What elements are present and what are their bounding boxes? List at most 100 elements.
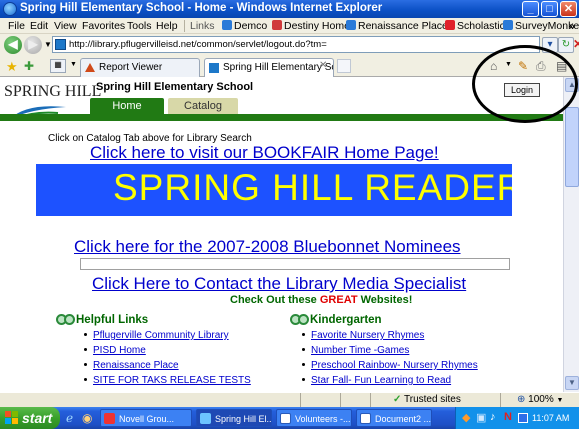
link-demco-label: Demco bbox=[234, 20, 268, 32]
status-bar: ✓ Trusted sites ⊕ 100% ▼ bbox=[0, 392, 579, 408]
school-name: Spring Hill Elementary School bbox=[96, 81, 254, 93]
links-overflow-chevron[interactable]: » bbox=[569, 20, 575, 32]
start-button[interactable]: start bbox=[0, 407, 60, 429]
print-icon[interactable]: ⎙ bbox=[536, 59, 546, 74]
link-demco[interactable]: Demco bbox=[222, 20, 267, 32]
add-favorites-icon[interactable]: ✚ bbox=[24, 59, 34, 73]
scroll-thumb[interactable] bbox=[565, 107, 579, 187]
ie-page-icon bbox=[222, 20, 232, 30]
websites-suffix: Websites! bbox=[357, 294, 413, 306]
new-tab-button[interactable] bbox=[337, 59, 351, 73]
login-button[interactable]: Login bbox=[504, 83, 540, 97]
task-volunteers[interactable]: Volunteers -... bbox=[276, 409, 352, 427]
menu-separator bbox=[184, 20, 185, 32]
quicklaunch-icon[interactable]: ◉ bbox=[82, 411, 92, 425]
bullet-icon bbox=[302, 378, 305, 381]
link-renaissance[interactable]: Renaissance Place bbox=[346, 20, 448, 32]
link-destiny-home[interactable]: Destiny Home bbox=[272, 20, 350, 32]
tab-report-viewer[interactable]: Report Viewer bbox=[80, 58, 200, 77]
home-dropdown-icon[interactable]: ▼ bbox=[505, 61, 512, 68]
task-document2-label: Document2 ... bbox=[375, 414, 432, 424]
taskbar: start ℯ ◉ Novell Grou... Spring Hill El.… bbox=[0, 407, 579, 429]
address-dropdown-icon[interactable]: ▾ bbox=[542, 37, 558, 53]
tab-bar: ★ ✚ ▦ ▼ Report Viewer Spring Hill Elemen… bbox=[0, 56, 579, 77]
kindergarten-list: Favorite Nursery Rhymes Number Time -Gam… bbox=[302, 330, 478, 390]
novell-icon bbox=[104, 413, 115, 424]
kindergarten-heading: Kindergarten bbox=[290, 314, 382, 326]
helpful-link[interactable]: SITE FOR TAKS RELEASE TESTS bbox=[93, 375, 251, 386]
back-arrow-icon[interactable]: ◀ bbox=[4, 36, 22, 54]
vertical-scrollbar[interactable]: ▲ ▼ bbox=[563, 77, 579, 392]
menu-view[interactable]: View bbox=[54, 20, 77, 32]
task-document2[interactable]: Document2 ... bbox=[356, 409, 432, 427]
close-tab-icon[interactable]: ✕ bbox=[319, 60, 327, 71]
close-button[interactable]: ✕ bbox=[560, 1, 577, 17]
page-menu-icon[interactable]: ▤ bbox=[556, 59, 567, 73]
volume-icon[interactable]: ♪ bbox=[490, 411, 496, 423]
windows-flag-icon bbox=[5, 411, 18, 424]
menu-file[interactable]: File bbox=[8, 20, 25, 32]
kindergarten-link[interactable]: Star Fall- Fun Learning to Read bbox=[311, 375, 451, 386]
address-url: http://library.pflugervilleisd.net/commo… bbox=[69, 39, 327, 50]
kindergarten-link[interactable]: Number Time -Games bbox=[311, 345, 409, 356]
helpful-link[interactable]: Renaissance Place bbox=[93, 360, 179, 371]
task-spring-hill[interactable]: Spring Hill El... bbox=[196, 409, 272, 427]
tray-icon[interactable]: ◆ bbox=[462, 411, 470, 424]
security-zone[interactable]: ✓ Trusted sites bbox=[370, 393, 500, 408]
kindergarten-link[interactable]: Favorite Nursery Rhymes bbox=[311, 330, 424, 341]
window-title: Spring Hill Elementary School - Home - W… bbox=[20, 2, 383, 14]
favorites-star-icon[interactable]: ★ bbox=[6, 59, 18, 75]
tray-app-icon[interactable] bbox=[518, 413, 528, 423]
helpful-link[interactable]: Pflugerville Community Library bbox=[93, 330, 229, 341]
tab-list-dropdown-icon[interactable]: ▼ bbox=[70, 61, 77, 68]
link-scholastic[interactable]: Scholastic bbox=[445, 20, 505, 32]
refresh-icon[interactable]: ↻ bbox=[558, 37, 574, 53]
forward-arrow-icon[interactable]: ▶ bbox=[24, 36, 42, 54]
antivirus-icon[interactable]: N bbox=[504, 411, 512, 423]
ie-page-icon bbox=[503, 20, 513, 30]
history-dropdown-icon[interactable]: ▼ bbox=[44, 40, 52, 49]
zoom-dropdown-icon: ▼ bbox=[556, 397, 564, 404]
task-spring-hill-label: Spring Hill El... bbox=[215, 414, 272, 424]
link-surveymonkey[interactable]: SurveyMonkey bbox=[503, 20, 579, 32]
task-novell[interactable]: Novell Grou... bbox=[100, 409, 192, 427]
list-item: Favorite Nursery Rhymes bbox=[302, 330, 478, 345]
scroll-down-arrow-icon[interactable]: ▼ bbox=[565, 376, 579, 390]
nav-tab-catalog[interactable]: Catalog bbox=[168, 98, 238, 114]
kindergarten-link[interactable]: Preschool Rainbow- Nursery Rhymes bbox=[311, 360, 478, 371]
site-logo[interactable]: SPRING HILL bbox=[4, 83, 101, 101]
feeds-icon[interactable]: ✎ bbox=[518, 59, 528, 73]
maximize-button[interactable]: □ bbox=[541, 1, 558, 17]
kindergarten-title: Kindergarten bbox=[310, 314, 382, 326]
minimize-button[interactable]: _ bbox=[522, 1, 539, 17]
helpful-link[interactable]: PISD Home bbox=[93, 345, 146, 356]
address-field[interactable]: http://library.pflugervilleisd.net/commo… bbox=[52, 36, 540, 53]
helpful-links-list: Pflugerville Community Library PISD Home… bbox=[84, 330, 251, 390]
menu-favorites[interactable]: Favorites bbox=[82, 20, 125, 32]
menu-help[interactable]: Help bbox=[156, 20, 178, 32]
bullet-icon bbox=[84, 363, 87, 366]
link-renaissance-label: Renaissance Place bbox=[358, 20, 448, 32]
helpful-links-title: Helpful Links bbox=[76, 314, 149, 326]
readers-banner[interactable]: SPRING HILL READERS R bbox=[36, 164, 512, 216]
quick-tabs-icon[interactable]: ▦ bbox=[50, 59, 66, 73]
scroll-up-arrow-icon[interactable]: ▲ bbox=[565, 78, 579, 92]
menu-edit[interactable]: Edit bbox=[30, 20, 48, 32]
ie-icon bbox=[200, 413, 211, 424]
stop-icon[interactable]: ✕ bbox=[573, 37, 579, 51]
menu-tools[interactable]: Tools bbox=[127, 20, 152, 32]
nav-tab-home[interactable]: Home bbox=[90, 98, 164, 114]
zoom-control[interactable]: ⊕ 100% ▼ bbox=[500, 393, 579, 408]
ie-quicklaunch-icon[interactable]: ℯ bbox=[66, 411, 73, 425]
task-volunteers-label: Volunteers -... bbox=[295, 414, 351, 424]
home-icon[interactable]: ⌂ bbox=[490, 59, 497, 73]
bookfair-link[interactable]: Click here to visit our BOOKFAIR Home Pa… bbox=[90, 143, 439, 163]
contact-link[interactable]: Click Here to Contact the Library Media … bbox=[92, 274, 466, 294]
tab-spring-hill[interactable]: Spring Hill Elementary Sch... bbox=[204, 58, 334, 77]
bluebonnet-link[interactable]: Click here for the 2007-2008 Bluebonnet … bbox=[74, 237, 461, 257]
bullet-icon bbox=[302, 363, 305, 366]
helpful-links-heading: Helpful Links bbox=[56, 314, 148, 326]
list-item: Number Time -Games bbox=[302, 345, 478, 360]
list-item: PISD Home bbox=[84, 345, 251, 360]
network-icon[interactable]: ▣ bbox=[476, 411, 486, 424]
